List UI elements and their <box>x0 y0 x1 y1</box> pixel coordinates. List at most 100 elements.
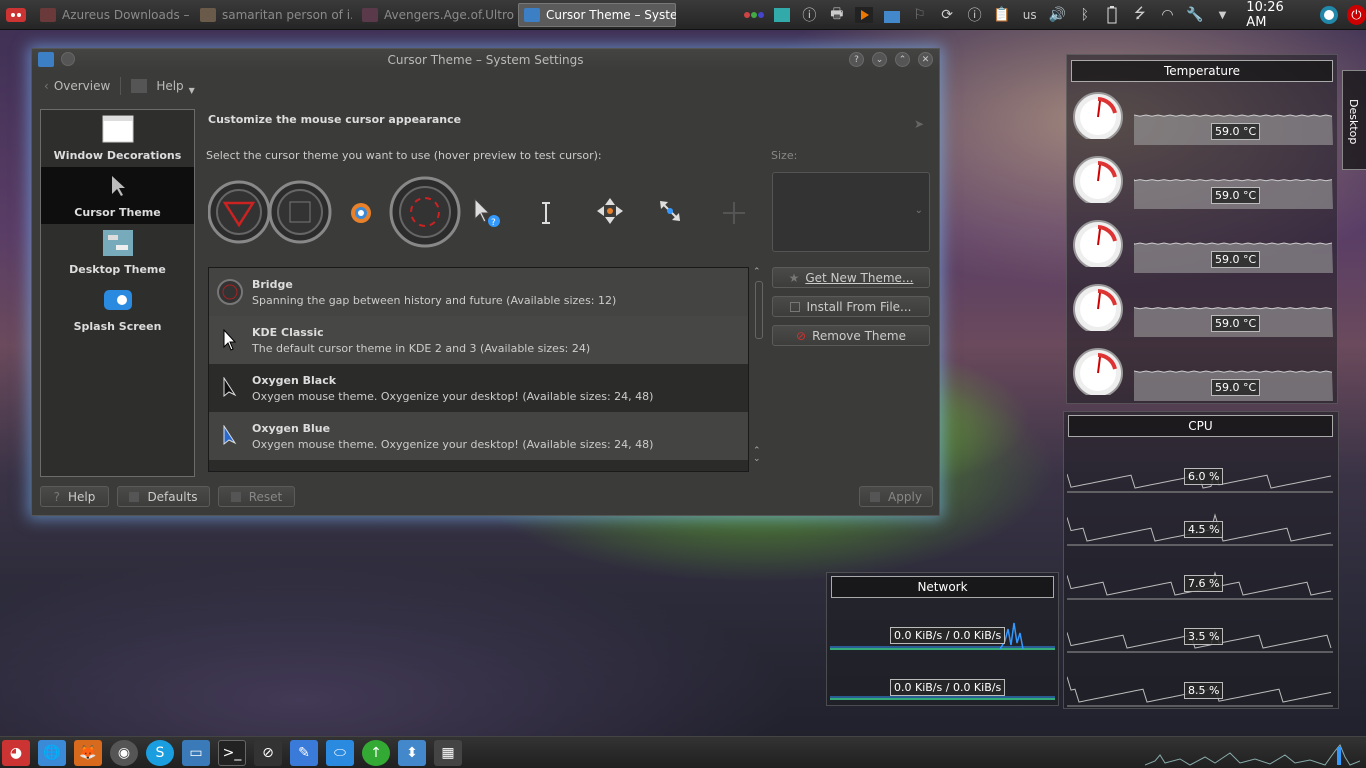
maximize-button[interactable]: ⌃ <box>895 52 910 67</box>
chevron-down-icon: ▼ <box>188 85 195 95</box>
task-cursor-theme[interactable]: Cursor Theme – Syster <box>518 2 676 27</box>
close-button[interactable]: ✕ <box>918 52 933 67</box>
calculator-icon[interactable]: ▦ <box>434 740 462 766</box>
apply-icon <box>870 491 881 502</box>
text-editor-icon[interactable]: ✎ <box>290 740 318 766</box>
battery-icon[interactable] <box>1103 6 1123 24</box>
update-manager-icon[interactable]: ↑ <box>362 740 390 766</box>
window-titlebar[interactable]: Cursor Theme – System Settings ? ⌄ ⌃ ✕ <box>32 49 939 71</box>
scroll-handle[interactable] <box>755 281 763 339</box>
sidebar-item-cursor-theme[interactable]: Cursor Theme <box>41 167 194 224</box>
task-samaritan[interactable]: samaritan person of i... <box>194 3 352 27</box>
oxygen-black-theme-icon <box>215 373 245 403</box>
system-tray: ⓘ 🖶 ⚐ ⟳ ⓘ 📋 us 🔊 ᛒ ⭍ ◠ 🔧 ▼ 10:26 AM ⏻ <box>744 0 1366 30</box>
network-app-icon[interactable]: 🌐 <box>38 740 66 766</box>
help-menu-button[interactable]: Help ▼ <box>131 78 195 95</box>
theme-row-bridge[interactable]: Bridge Spanning the gap between history a… <box>209 268 748 316</box>
top-panel: Azureus Downloads – ... samaritan person… <box>0 0 1366 30</box>
get-new-theme-button[interactable]: ★ Get New Theme... <box>772 267 930 288</box>
screen-icon[interactable] <box>772 6 792 24</box>
diagonal-resize-cursor-preview <box>660 201 680 221</box>
notification-icon[interactable]: ⚐ <box>910 6 930 24</box>
terminal-icon[interactable]: >_ <box>218 740 246 766</box>
instruction-text: Select the cursor theme you want to use … <box>206 149 602 162</box>
sidebar-item-window-decorations[interactable]: Window Decorations <box>41 110 194 167</box>
tools-icon[interactable]: 🔧 <box>1185 6 1205 24</box>
updates-icon[interactable] <box>882 6 902 24</box>
theme-row-kde-classic[interactable]: KDE Classic The default cursor theme in K… <box>209 316 748 364</box>
remove-theme-button[interactable]: ⊘ Remove Theme <box>772 325 930 346</box>
context-help-button[interactable]: ? <box>849 52 864 67</box>
firefox-icon[interactable]: 🦊 <box>74 740 102 766</box>
app-menu-icon[interactable] <box>2 3 30 27</box>
install-from-file-button[interactable]: Install From File... <box>772 296 930 317</box>
wifi-icon[interactable]: ◠ <box>1158 6 1178 24</box>
file-manager-icon[interactable]: ▭ <box>182 740 210 766</box>
bridge-cursor-preview-3 <box>389 176 461 248</box>
cursor-preview[interactable]: ? <box>206 175 751 249</box>
system-settings-launcher-icon[interactable]: ⬭ <box>326 740 354 766</box>
size-select[interactable]: ⌄ <box>772 172 930 252</box>
theme-row-oxygen-blue[interactable]: Oxygen Blue Oxygen mouse theme. Oxygenize… <box>209 412 748 460</box>
splash-screen-icon <box>102 286 134 314</box>
bridge-theme-icon <box>215 277 245 307</box>
sidebar-item-splash-screen[interactable]: Splash Screen <box>41 281 194 338</box>
keyboard-layout[interactable]: us <box>1020 6 1040 24</box>
defaults-button[interactable]: Defaults <box>117 486 210 507</box>
kde-classic-theme-icon <box>215 325 245 355</box>
kde-logo-icon[interactable] <box>1319 6 1339 24</box>
clipboard-icon[interactable]: 📋 <box>992 6 1012 24</box>
bridge-cursor-preview-2 <box>268 180 332 244</box>
app-launcher-icon[interactable]: ◕ <box>2 740 30 766</box>
toolbar-separator <box>120 77 122 95</box>
size-label: Size: <box>771 149 798 162</box>
software-center-icon[interactable]: ⬍ <box>398 740 426 766</box>
temperature-gauge-icon <box>1073 220 1123 267</box>
desktop-toolbox-tab[interactable]: Desktop <box>1342 70 1366 170</box>
volume-icon[interactable]: 🔊 <box>1047 6 1067 24</box>
video-icon <box>362 7 378 22</box>
info-icon[interactable]: ⓘ <box>800 6 820 24</box>
temperature-reading: 59.0 °C <box>1211 251 1261 268</box>
temperature-gauge-icon <box>1073 348 1123 395</box>
crosshair-cursor-preview <box>723 202 745 224</box>
help-button[interactable]: ? Help <box>40 486 109 507</box>
sync-icon[interactable]: ⟳ <box>937 6 957 24</box>
theme-row-partial[interactable] <box>209 460 748 471</box>
temperature-reading: 59.0 °C <box>1211 123 1261 140</box>
scroll-up-icon[interactable]: ⌃ <box>753 267 761 277</box>
bluetooth-icon[interactable]: ᛒ <box>1075 6 1095 24</box>
cursor-theme-list[interactable]: Bridge Spanning the gap between history a… <box>208 267 749 472</box>
task-avengers[interactable]: Avengers.Age.of.Ultron... <box>356 3 514 27</box>
overview-button[interactable]: ‹ Overview <box>44 79 110 93</box>
sidebar-item-desktop-theme[interactable]: Desktop Theme <box>41 224 194 281</box>
bottom-panel: ◕ 🌐 🦊 ◉ S ▭ >_ ⊘ ✎ ⬭ ↑ ⬍ ▦ <box>0 736 1366 768</box>
theme-row-oxygen-black[interactable]: Oxygen Black Oxygen mouse theme. Oxygeniz… <box>209 364 748 412</box>
svg-text:?: ? <box>491 218 496 228</box>
busy-cursor-preview <box>351 203 371 223</box>
skype-icon[interactable]: S <box>146 740 174 766</box>
theme-list-scrollbar[interactable]: ⌃ ⌃ ⌄ <box>753 267 765 472</box>
reset-icon <box>230 491 241 502</box>
color-dots-icon[interactable] <box>744 6 764 24</box>
task-azureus[interactable]: Azureus Downloads – ... <box>34 3 190 27</box>
reset-button[interactable]: Reset <box>218 486 295 507</box>
window-decorations-icon <box>102 115 134 143</box>
tray-expand-icon[interactable]: ▼ <box>1213 6 1233 24</box>
camera-app-icon[interactable]: ◉ <box>110 740 138 766</box>
about-icon[interactable]: ⓘ <box>965 6 985 24</box>
usb-icon[interactable]: ⭍ <box>1130 6 1150 24</box>
power-icon[interactable]: ⏻ <box>1346 5 1366 25</box>
temperature-gauge-icon <box>1073 284 1123 331</box>
toolbar: ‹ Overview Help ▼ <box>32 73 939 99</box>
clock[interactable]: 10:26 AM <box>1246 0 1306 30</box>
printer-icon[interactable]: 🖶 <box>827 6 847 24</box>
apply-button[interactable]: Apply <box>859 486 933 507</box>
scroll-down-icon[interactable]: ⌃ ⌄ <box>753 447 761 464</box>
graphics-app-icon[interactable]: ⊘ <box>254 740 282 766</box>
minimize-button[interactable]: ⌄ <box>872 52 887 67</box>
remove-icon: ⊘ <box>796 328 807 343</box>
cpu-widget[interactable]: CPU <box>1063 411 1339 709</box>
move-cursor-preview <box>597 198 623 224</box>
media-player-icon[interactable] <box>855 6 875 24</box>
